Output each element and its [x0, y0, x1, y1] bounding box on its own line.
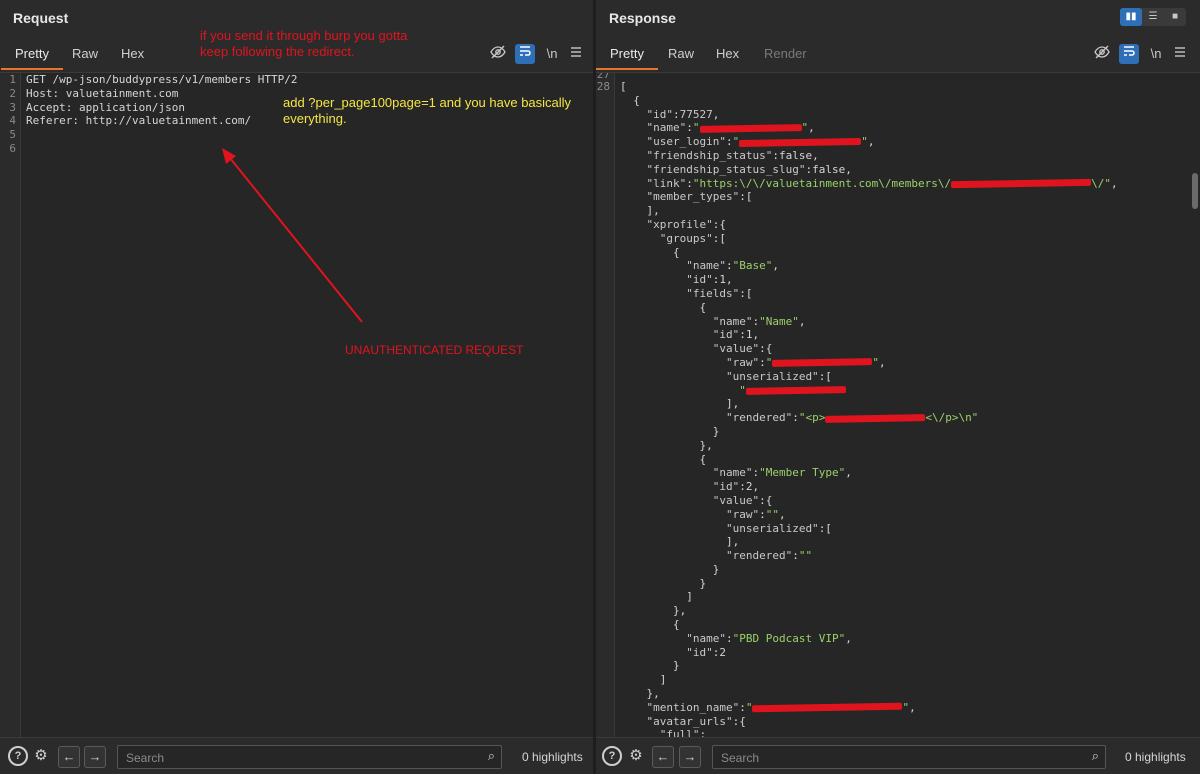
search-input[interactable] — [719, 748, 1063, 768]
redaction — [699, 124, 802, 133]
redaction — [772, 358, 873, 368]
newline-icon[interactable]: \n — [1146, 44, 1166, 64]
json-line: "id":2, — [712, 480, 760, 494]
json-line: ] — [620, 673, 667, 687]
json-line: "id":1, — [686, 273, 733, 287]
json-line: "name":"Base", — [686, 259, 779, 273]
json-line: "unserialized":[ — [725, 369, 832, 383]
json-line: "link":"https:\/\/valuetainment.com\/mem… — [646, 176, 1118, 190]
json-line: "value":{ — [712, 493, 773, 507]
json-line: }, — [620, 687, 660, 701]
json-line: } — [620, 424, 720, 438]
json-line: "member_types":[ — [646, 190, 753, 204]
json-line: " — [620, 384, 1118, 398]
redaction — [752, 703, 903, 713]
wrap-icon[interactable] — [1119, 44, 1139, 64]
gear-icon[interactable]: ⚙ — [626, 746, 646, 766]
json-line: "name":"PBD Podcast VIP", — [686, 631, 852, 645]
json-line: { — [620, 245, 680, 259]
tab-render[interactable]: Render — [762, 40, 809, 68]
response-search: ⌕ — [712, 745, 1106, 769]
json-line: "mention_name":" ", — [646, 700, 916, 714]
json-line: "friendship_status":false, — [646, 148, 819, 162]
json-line: "id":2 — [686, 645, 726, 659]
json-line: } — [620, 576, 707, 590]
split-vertical-icon[interactable]: ▮▮ — [1120, 8, 1142, 26]
json-line: "raw":"", — [725, 507, 786, 521]
json-line: }, — [620, 438, 713, 452]
menu-icon[interactable] — [1170, 44, 1190, 64]
response-bottom-bar: ? ⚙ ← → ⌕ 0 highlights — [596, 737, 1200, 774]
json-line: "name":" ", — [646, 121, 815, 135]
layout-toggle: ▮▮ ☰ ■ — [1120, 8, 1186, 26]
tab-hex[interactable]: Hex — [714, 40, 741, 68]
scrollbar[interactable] — [1192, 173, 1198, 209]
json-line: { — [620, 300, 707, 314]
json-line: "fields":[ — [686, 286, 753, 300]
json-line: "raw":"", — [725, 355, 886, 369]
json-line: { — [620, 452, 707, 466]
json-line: ], — [620, 204, 660, 218]
json-line: } — [620, 562, 720, 576]
json-line: "friendship_status_slug":false, — [646, 162, 852, 176]
highlights-count: 0 highlights — [1125, 750, 1186, 764]
json-line: "value":{ — [712, 342, 773, 356]
json-line: "user_login":" ", — [646, 135, 875, 149]
json-line: "groups":[ — [659, 231, 726, 245]
json-line: "id":1, — [712, 328, 760, 342]
json-line: "name":"Member Type", — [712, 466, 852, 480]
eye-off-icon[interactable] — [1092, 44, 1112, 64]
arrow-right-icon[interactable]: → — [679, 746, 701, 768]
json-line: ], — [620, 397, 740, 411]
json-line: [ — [620, 80, 627, 93]
split-horizontal-icon[interactable]: ☰ — [1142, 8, 1164, 26]
response-json: [ { "id":77527, "name":" ", "user_login":… — [620, 80, 1118, 738]
json-line: { — [620, 618, 680, 632]
json-line: }, — [620, 604, 687, 618]
redaction — [951, 178, 1092, 189]
help-icon[interactable]: ? — [602, 746, 622, 766]
annotation-arrow — [222, 148, 363, 323]
tab-pretty[interactable]: Pretty — [596, 40, 658, 70]
json-line: "name":"Name", — [712, 314, 806, 328]
response-pane: Response ▮▮ ☰ ■ Pretty Raw Hex Render \n… — [596, 0, 1200, 774]
tab-raw[interactable]: Raw — [666, 40, 696, 68]
json-line: { — [620, 93, 640, 107]
json-line: "xprofile":{ — [646, 217, 726, 231]
response-title: Response — [609, 10, 676, 26]
json-line: ] — [620, 590, 693, 604]
json-line: "rendered":"<p> <\/p>\n" — [725, 411, 979, 425]
json-line: "rendered":"" — [725, 549, 813, 563]
json-line: "id":77527, — [646, 107, 720, 121]
json-line: "avatar_urls":{ — [646, 714, 746, 728]
json-line: "unserialized":[ — [725, 521, 832, 535]
arrow-left-icon[interactable]: ← — [652, 746, 674, 768]
json-line: } — [620, 659, 680, 673]
redaction — [825, 413, 926, 423]
single-pane-icon[interactable]: ■ — [1164, 8, 1186, 26]
redaction — [739, 137, 862, 147]
json-line: ], — [620, 535, 740, 549]
response-toolbar: \n — [1092, 44, 1192, 64]
response-editor[interactable]: 27 28 [ { "id":77527, "name":" ", "user_l… — [596, 72, 1200, 738]
search-icon[interactable]: ⌕ — [1092, 748, 1099, 764]
redaction — [745, 386, 846, 395]
